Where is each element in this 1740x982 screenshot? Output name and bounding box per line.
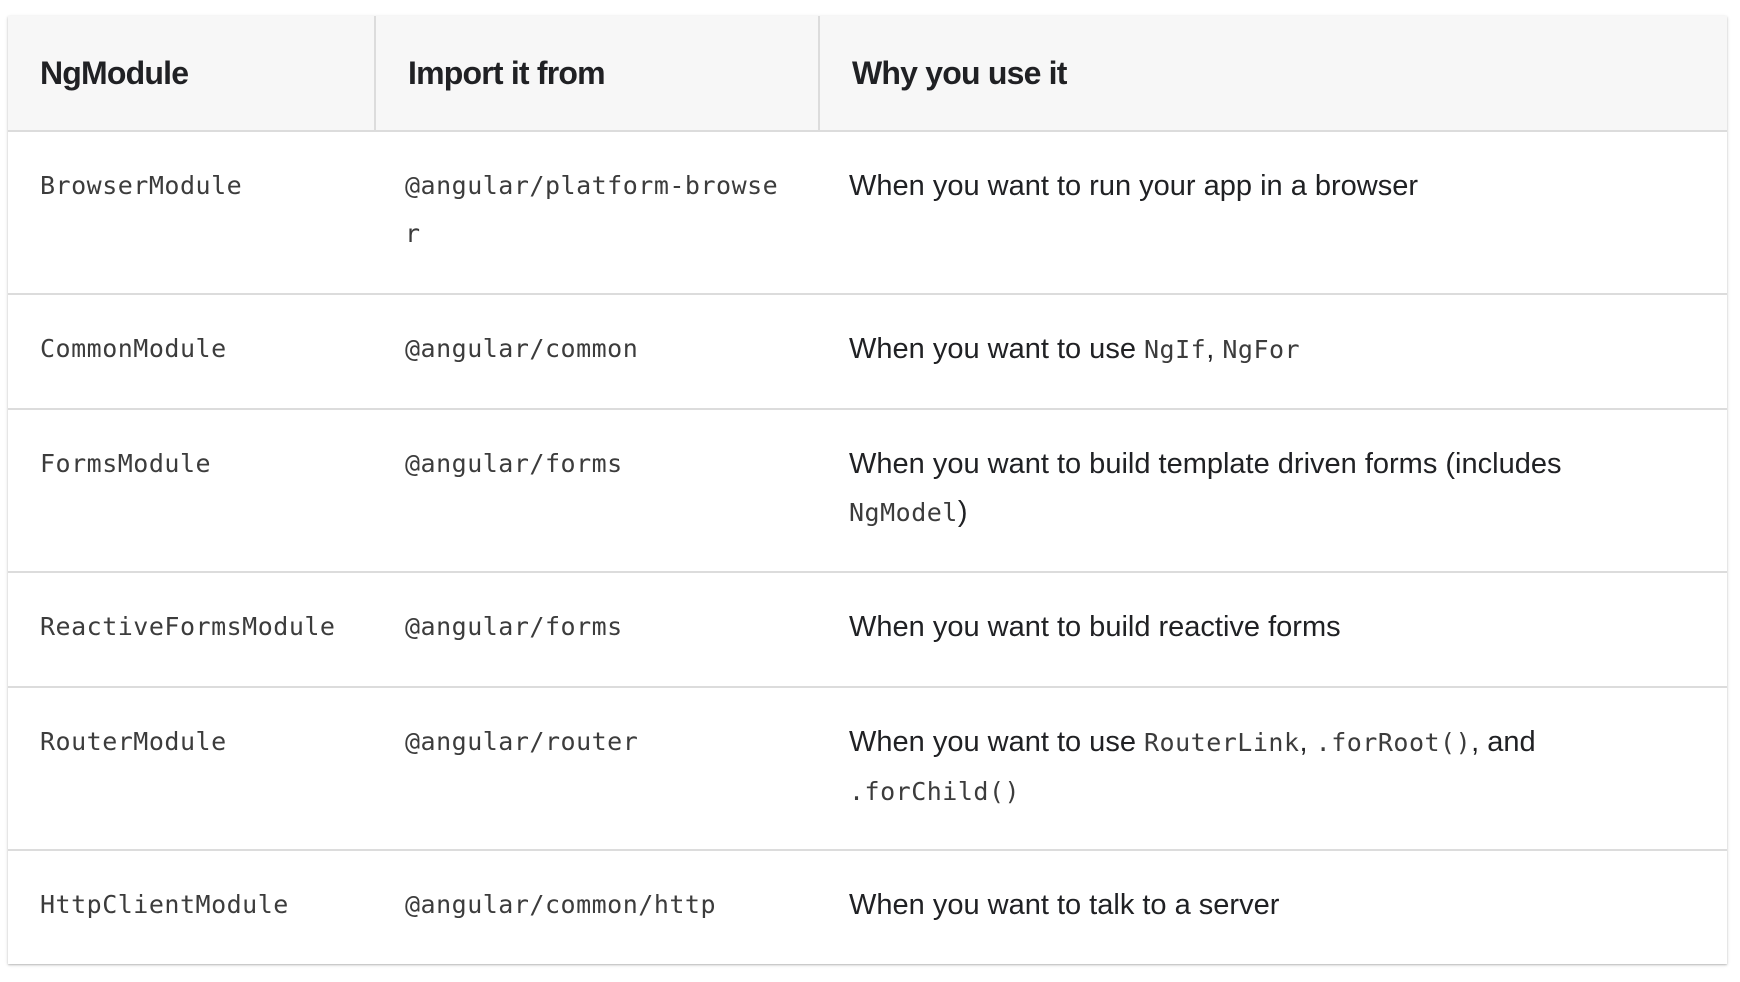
table-header: NgModule Import it from Why you use it bbox=[8, 16, 1727, 132]
ngmodule-table: NgModule Import it from Why you use it B… bbox=[8, 16, 1727, 964]
page: NgModule Import it from Why you use it B… bbox=[0, 0, 1740, 982]
table-row: BrowserModule @angular/platform-browser … bbox=[8, 131, 1727, 295]
import-path: @angular/common bbox=[375, 294, 819, 410]
module-name: ReactiveFormsModule bbox=[8, 572, 375, 688]
table-row: RouterModule @angular/router When you wa… bbox=[8, 687, 1727, 851]
usage-text: When you want to build reactive forms bbox=[849, 611, 1341, 643]
usage-description: When you want to run your app in a brows… bbox=[819, 131, 1727, 295]
inline-code: .forChild() bbox=[849, 777, 1021, 806]
usage-text: When you want to talk to a server bbox=[849, 889, 1280, 921]
usage-description: When you want to talk to a server bbox=[819, 850, 1727, 964]
module-name: FormsModule bbox=[8, 409, 375, 573]
header-row: NgModule Import it from Why you use it bbox=[8, 16, 1727, 132]
usage-description: When you want to build template driven f… bbox=[819, 409, 1727, 573]
inline-code: .forRoot() bbox=[1315, 728, 1472, 757]
import-path: @angular/platform-browser bbox=[375, 131, 819, 295]
table-row: CommonModule @angular/common When you wa… bbox=[8, 294, 1727, 410]
usage-text: , bbox=[1206, 333, 1223, 365]
usage-description: When you want to use RouterLink, .forRoo… bbox=[819, 687, 1727, 851]
import-path: @angular/router bbox=[375, 687, 819, 851]
table-row: ReactiveFormsModule @angular/forms When … bbox=[8, 572, 1727, 688]
usage-text: , and bbox=[1471, 726, 1536, 758]
usage-text: When you want to use bbox=[849, 726, 1144, 758]
usage-text: , bbox=[1299, 726, 1316, 758]
import-path: @angular/common/http bbox=[405, 890, 717, 919]
header-why: Why you use it bbox=[818, 16, 1727, 132]
ngmodule-table-card: NgModule Import it from Why you use it B… bbox=[8, 16, 1727, 964]
usage-text: When you want to build template driven f… bbox=[849, 448, 1562, 480]
module-name: CommonModule bbox=[8, 294, 375, 410]
inline-code: NgFor bbox=[1222, 335, 1301, 364]
usage-description: When you want to build reactive forms bbox=[819, 572, 1727, 688]
module-name: BrowserModule bbox=[8, 131, 375, 295]
inline-code: NgIf bbox=[1144, 335, 1207, 364]
header-import-from: Import it from bbox=[374, 16, 819, 132]
usage-text: When you want to run your app in a brows… bbox=[849, 170, 1419, 202]
import-path: @angular/forms bbox=[375, 409, 819, 573]
import-path: @angular/forms bbox=[375, 572, 819, 688]
table-row: FormsModule @angular/forms When you want… bbox=[8, 409, 1727, 573]
usage-text: When you want to use bbox=[849, 333, 1144, 365]
module-name: HttpClientModule bbox=[40, 890, 289, 919]
header-ngmodule: NgModule bbox=[8, 16, 375, 132]
table-body: BrowserModule @angular/platform-browser … bbox=[8, 131, 1727, 964]
table-row: HttpClientModule @angular/common/http Wh… bbox=[8, 850, 1727, 964]
module-name: RouterModule bbox=[8, 687, 375, 851]
inline-code: NgModel bbox=[849, 498, 958, 527]
inline-code: RouterLink bbox=[1144, 728, 1300, 757]
usage-description: When you want to use NgIf, NgFor bbox=[819, 294, 1727, 410]
usage-text: ) bbox=[957, 496, 968, 528]
